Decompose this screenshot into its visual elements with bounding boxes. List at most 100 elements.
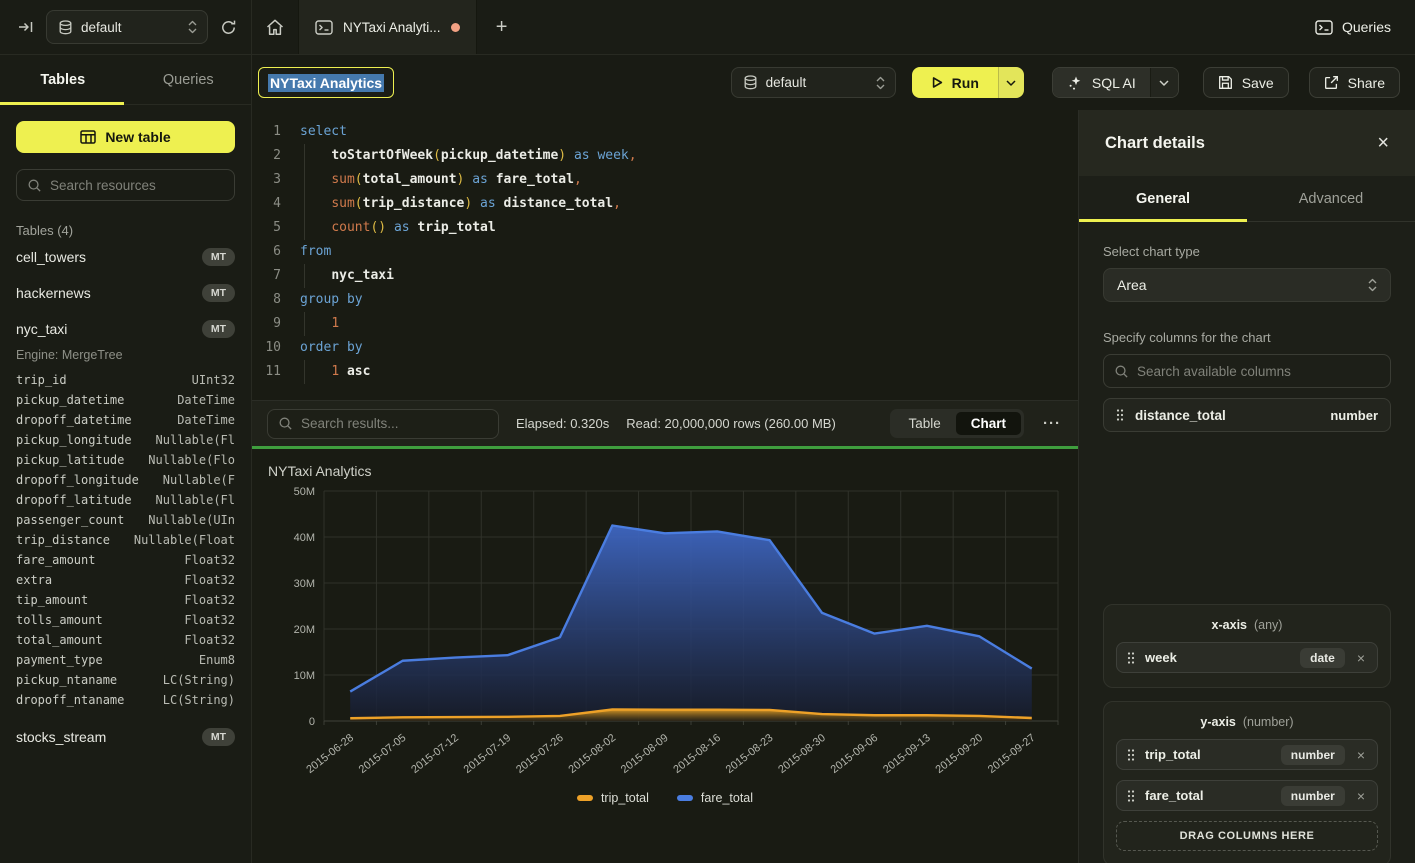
available-column-item[interactable]: distance_totalnumber (1103, 398, 1391, 432)
column-type: Float32 (184, 593, 235, 607)
table-name: cell_towers (16, 249, 86, 265)
view-toggle-chart[interactable]: Chart (956, 412, 1021, 435)
drag-handle-icon[interactable] (1127, 749, 1135, 761)
column-type: UInt32 (192, 373, 235, 387)
run-button[interactable]: Run (912, 67, 998, 98)
database-selector[interactable]: default (46, 10, 208, 44)
legend-swatch (577, 795, 593, 801)
query-toolbar: NYTaxi Analytics default Run (252, 55, 1415, 110)
search-icon (1114, 364, 1129, 379)
axis-column-item[interactable]: trip_totalnumber× (1116, 739, 1378, 770)
column-type: Float32 (184, 553, 235, 567)
resource-search-input[interactable] (50, 178, 227, 193)
view-toggle: Table Chart (890, 409, 1024, 438)
resource-search[interactable] (16, 169, 235, 201)
table-engine-badge: MT (202, 284, 235, 302)
drag-handle-icon[interactable] (1127, 652, 1135, 664)
remove-icon[interactable]: × (1355, 747, 1367, 763)
table-row[interactable]: stocks_streamMT (16, 720, 235, 754)
run-options-button[interactable] (998, 67, 1024, 98)
column-row: fare_amountFloat32 (16, 550, 235, 570)
sql-ai-options-button[interactable] (1150, 68, 1178, 97)
line-number: 2 (252, 144, 281, 168)
sql-ai-button-group: SQL AI (1052, 67, 1179, 98)
refresh-icon[interactable] (220, 19, 237, 36)
legend-item-fare_total[interactable]: fare_total (677, 791, 753, 805)
main-area: 1234567891011 select toStartOfWeek(picku… (252, 110, 1078, 863)
active-tab-underline (0, 102, 124, 105)
column-name: trip_id (16, 373, 67, 387)
new-tab-button[interactable]: + (477, 0, 527, 54)
chart-svg[interactable]: 010M20M30M40M50M2015-06-282015-07-052015… (266, 483, 1064, 791)
column-row: passenger_countNullable(UIn (16, 510, 235, 530)
panel-header: Chart details × (1079, 110, 1415, 176)
close-icon[interactable]: × (1377, 133, 1389, 153)
columns-search-input[interactable] (1137, 364, 1380, 379)
sparkle-icon (1067, 75, 1083, 91)
columns-label: Specify columns for the chart (1103, 330, 1391, 345)
tab-general[interactable]: General (1079, 176, 1247, 221)
area-chart[interactable]: 010M20M30M40M50M2015-06-282015-07-052015… (266, 483, 1064, 791)
code-line: select (292, 120, 1078, 144)
home-tab[interactable] (252, 0, 298, 54)
column-row: pickup_latitudeNullable(Flo (16, 450, 235, 470)
column-type: DateTime (177, 413, 235, 427)
panel-tabs: General Advanced (1079, 176, 1415, 222)
axis-column-item[interactable]: fare_totalnumber× (1116, 780, 1378, 811)
more-options-icon[interactable]: ··· (1041, 415, 1063, 432)
save-button[interactable]: Save (1203, 67, 1289, 98)
results-search-input[interactable] (301, 416, 488, 431)
remove-icon[interactable]: × (1355, 650, 1367, 666)
view-toggle-table[interactable]: Table (893, 412, 955, 435)
chevron-updown-icon (876, 76, 885, 90)
top-bar: default NYTaxi Analyti... + (0, 0, 1415, 55)
column-type: Nullable(F (163, 473, 235, 487)
sidebar-body: New table Tables (4) cell_towersMThacker… (0, 105, 251, 754)
unsaved-dot (451, 23, 460, 32)
legend-swatch (677, 795, 693, 801)
code-line: 1 (292, 312, 1078, 336)
column-type: Nullable(Float (134, 533, 235, 547)
svg-text:20M: 20M (294, 624, 315, 636)
query-database-selector[interactable]: default (731, 67, 896, 98)
line-number: 4 (252, 192, 281, 216)
share-button[interactable]: Share (1309, 67, 1400, 98)
sql-ai-label: SQL AI (1092, 75, 1136, 91)
column-type: LC(String) (163, 693, 235, 707)
y-axis-header: y-axis (number) (1116, 712, 1378, 729)
line-number: 11 (252, 360, 281, 384)
drag-handle-icon[interactable] (1127, 790, 1135, 802)
panel-title: Chart details (1105, 134, 1205, 153)
column-type: Nullable(UIn (148, 513, 235, 527)
remove-icon[interactable]: × (1355, 788, 1367, 804)
query-title-input[interactable]: NYTaxi Analytics (258, 67, 394, 98)
table-row[interactable]: nyc_taxiMT (16, 312, 235, 346)
available-column-name: distance_total (1135, 408, 1319, 423)
tab-tables[interactable]: Tables (0, 55, 126, 104)
axis-column-item[interactable]: weekdate× (1116, 642, 1378, 673)
tab-nytaxi-analytics[interactable]: NYTaxi Analyti... (298, 0, 477, 54)
svg-text:50M: 50M (294, 486, 315, 498)
column-row: dropoff_latitudeNullable(Fl (16, 490, 235, 510)
sql-ai-button[interactable]: SQL AI (1053, 68, 1150, 97)
columns-search[interactable] (1103, 354, 1391, 388)
drop-zone[interactable]: DRAG COLUMNS HERE (1116, 821, 1378, 851)
chart-type-select[interactable]: Area (1103, 268, 1391, 302)
drag-handle-icon[interactable] (1116, 409, 1124, 421)
results-search[interactable] (267, 409, 499, 439)
queries-button[interactable]: Queries (1315, 19, 1391, 35)
table-row[interactable]: cell_towersMT (16, 240, 235, 274)
collapse-sidebar-icon[interactable] (18, 20, 34, 34)
column-row: tip_amountFloat32 (16, 590, 235, 610)
tab-queries[interactable]: Queries (126, 55, 252, 104)
table-row[interactable]: hackernewsMT (16, 276, 235, 310)
code-line: toStartOfWeek(pickup_datetime) as week, (292, 144, 1078, 168)
code-line: group by (292, 288, 1078, 312)
new-table-button[interactable]: New table (16, 121, 235, 153)
table-icon (80, 130, 96, 144)
y-axis-box: y-axis (number) trip_totalnumber× fare_to… (1103, 701, 1391, 863)
column-name: dropoff_latitude (16, 493, 132, 507)
sql-editor[interactable]: 1234567891011 select toStartOfWeek(picku… (252, 110, 1078, 400)
legend-item-trip_total[interactable]: trip_total (577, 791, 649, 805)
tab-advanced[interactable]: Advanced (1247, 176, 1415, 221)
